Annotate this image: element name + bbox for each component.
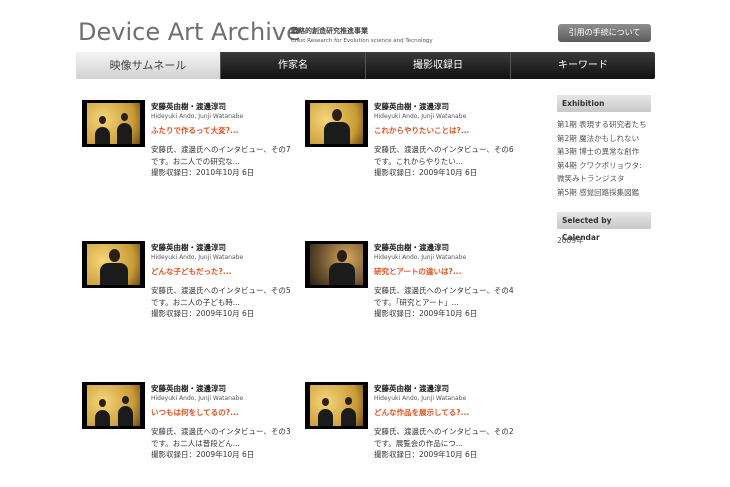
recording-date: 撮影収録日：2009年10月 6日 [374,450,478,459]
video-description: 安藤氏、渡邊氏へのインタビュー、その2です。展覧会の作品につ... [374,427,514,448]
video-title-link[interactable]: いつもは何をしてるの?... [151,407,239,418]
tab-recording-date[interactable]: 撮影収録日 [365,52,510,79]
artist-name-roman: Hideyuki Ando, Junji Watanabe [374,254,467,261]
video-thumbnail[interactable] [305,241,368,288]
video-thumbnail[interactable] [305,382,368,429]
tab-artist-name[interactable]: 作家名 [220,52,365,79]
sidebar: Exhibition 第1期 表現する研究者たち 第2期 魔法かもしれない 第3… [557,95,651,246]
subtitle-japanese: 戦略的創造研究推進事業 [291,27,368,35]
calendar-year-link[interactable]: 2009年 [557,235,651,246]
calendar-heading: Selected by Calendar [557,212,651,242]
artist-name: 安藤英由樹・渡邊淳司 [374,102,449,111]
video-description: 安藤氏、渡邊氏へのインタビュー、その6です。これからやりたい... [374,145,514,166]
artist-name: 安藤英由樹・渡邊淳司 [151,102,226,111]
exhibition-item[interactable]: 第3期 博士の異常な創作 [557,145,651,159]
exhibition-heading: Exhibition [557,95,651,112]
exhibition-item[interactable]: 微笑みトランジスタ [557,172,651,186]
artist-name: 安藤英由樹・渡邊淳司 [151,243,226,252]
recording-date: 撮影収録日：2009年10月 6日 [151,450,255,459]
recording-date: 撮影収録日：2010年10月 6日 [151,168,255,177]
video-description: 安藤氏、渡邊氏へのインタビュー、その5です。お二人の子ども時... [151,286,291,307]
artist-name-roman: Hideyuki Ando, Junji Watanabe [151,113,244,120]
tab-keyword[interactable]: キーワード [510,52,655,79]
site-title[interactable]: Device Art Archive [78,18,301,46]
video-card: 安藤英由樹・渡邊淳司 Hideyuki Ando, Junji Watanabe… [305,382,515,472]
recording-date: 撮影収録日：2009年10月 6日 [151,309,255,318]
video-card: 安藤英由樹・渡邊淳司 Hideyuki Ando, Junji Watanabe… [305,100,515,190]
video-title-link[interactable]: どんな作品を展示してる?... [374,407,469,418]
exhibition-item[interactable]: 第4期 クワクポリョウタ: [557,159,651,173]
main-nav: 映像サムネール 作家名 撮影収録日 キーワード [76,52,655,79]
video-title-link[interactable]: 研究とアートの違いは?... [374,266,461,277]
artist-name: 安藤英由樹・渡邊淳司 [151,384,226,393]
video-title-link[interactable]: どんな子どもだった?... [151,266,231,277]
recording-date: 撮影収録日：2009年10月 6日 [374,168,478,177]
subtitle-english: Crest Research for Evolution science and… [291,38,433,44]
artist-name-roman: Hideyuki Ando, Junji Watanabe [151,254,244,261]
video-card: 安藤英由樹・渡邊淳司 Hideyuki Ando, Junji Watanabe… [305,241,515,331]
artist-name-roman: Hideyuki Ando, Junji Watanabe [374,395,467,402]
exhibition-list: 第1期 表現する研究者たち 第2期 魔法かもしれない 第3期 博士の異常な創作 … [557,118,651,199]
citation-procedure-button[interactable]: 引用の手続について [558,24,651,42]
video-thumbnail[interactable] [82,241,145,288]
video-description: 安藤氏、渡邊氏へのインタビュー、その7です。お二人での研究な... [151,145,291,166]
video-card: 安藤英由樹・渡邊淳司 Hideyuki Ando, Junji Watanabe… [82,241,292,331]
artist-name: 安藤英由樹・渡邊淳司 [374,243,449,252]
site-subtitle: 戦略的創造研究推進事業 Crest Research for Evolution… [291,26,433,46]
tab-video-thumbnails[interactable]: 映像サムネール [76,52,220,79]
artist-name: 安藤英由樹・渡邊淳司 [374,384,449,393]
exhibition-item[interactable]: 第5期 感覚回路採集図鑑 [557,186,651,200]
recording-date: 撮影収録日：2009年10月 6日 [374,309,478,318]
video-description: 安藤氏、渡邊氏へのインタビュー、その3です。お二人は普段どん... [151,427,291,448]
exhibition-item[interactable]: 第1期 表現する研究者たち [557,118,651,132]
video-thumbnail[interactable] [305,100,368,147]
video-card: 安藤英由樹・渡邊淳司 Hideyuki Ando, Junji Watanabe… [82,100,292,190]
video-card: 安藤英由樹・渡邊淳司 Hideyuki Ando, Junji Watanabe… [82,382,292,472]
video-title-link[interactable]: ふたりで作るって大変?... [151,125,239,136]
artist-name-roman: Hideyuki Ando, Junji Watanabe [151,395,244,402]
exhibition-item[interactable]: 第2期 魔法かもしれない [557,132,651,146]
video-description: 安藤氏、渡邊氏へのインタビュー、その4です。「研究とアート」... [374,286,514,307]
artist-name-roman: Hideyuki Ando, Junji Watanabe [374,113,467,120]
video-thumbnail[interactable] [82,100,145,147]
video-thumbnail[interactable] [82,382,145,429]
video-title-link[interactable]: これからやりたいことは?... [374,125,469,136]
